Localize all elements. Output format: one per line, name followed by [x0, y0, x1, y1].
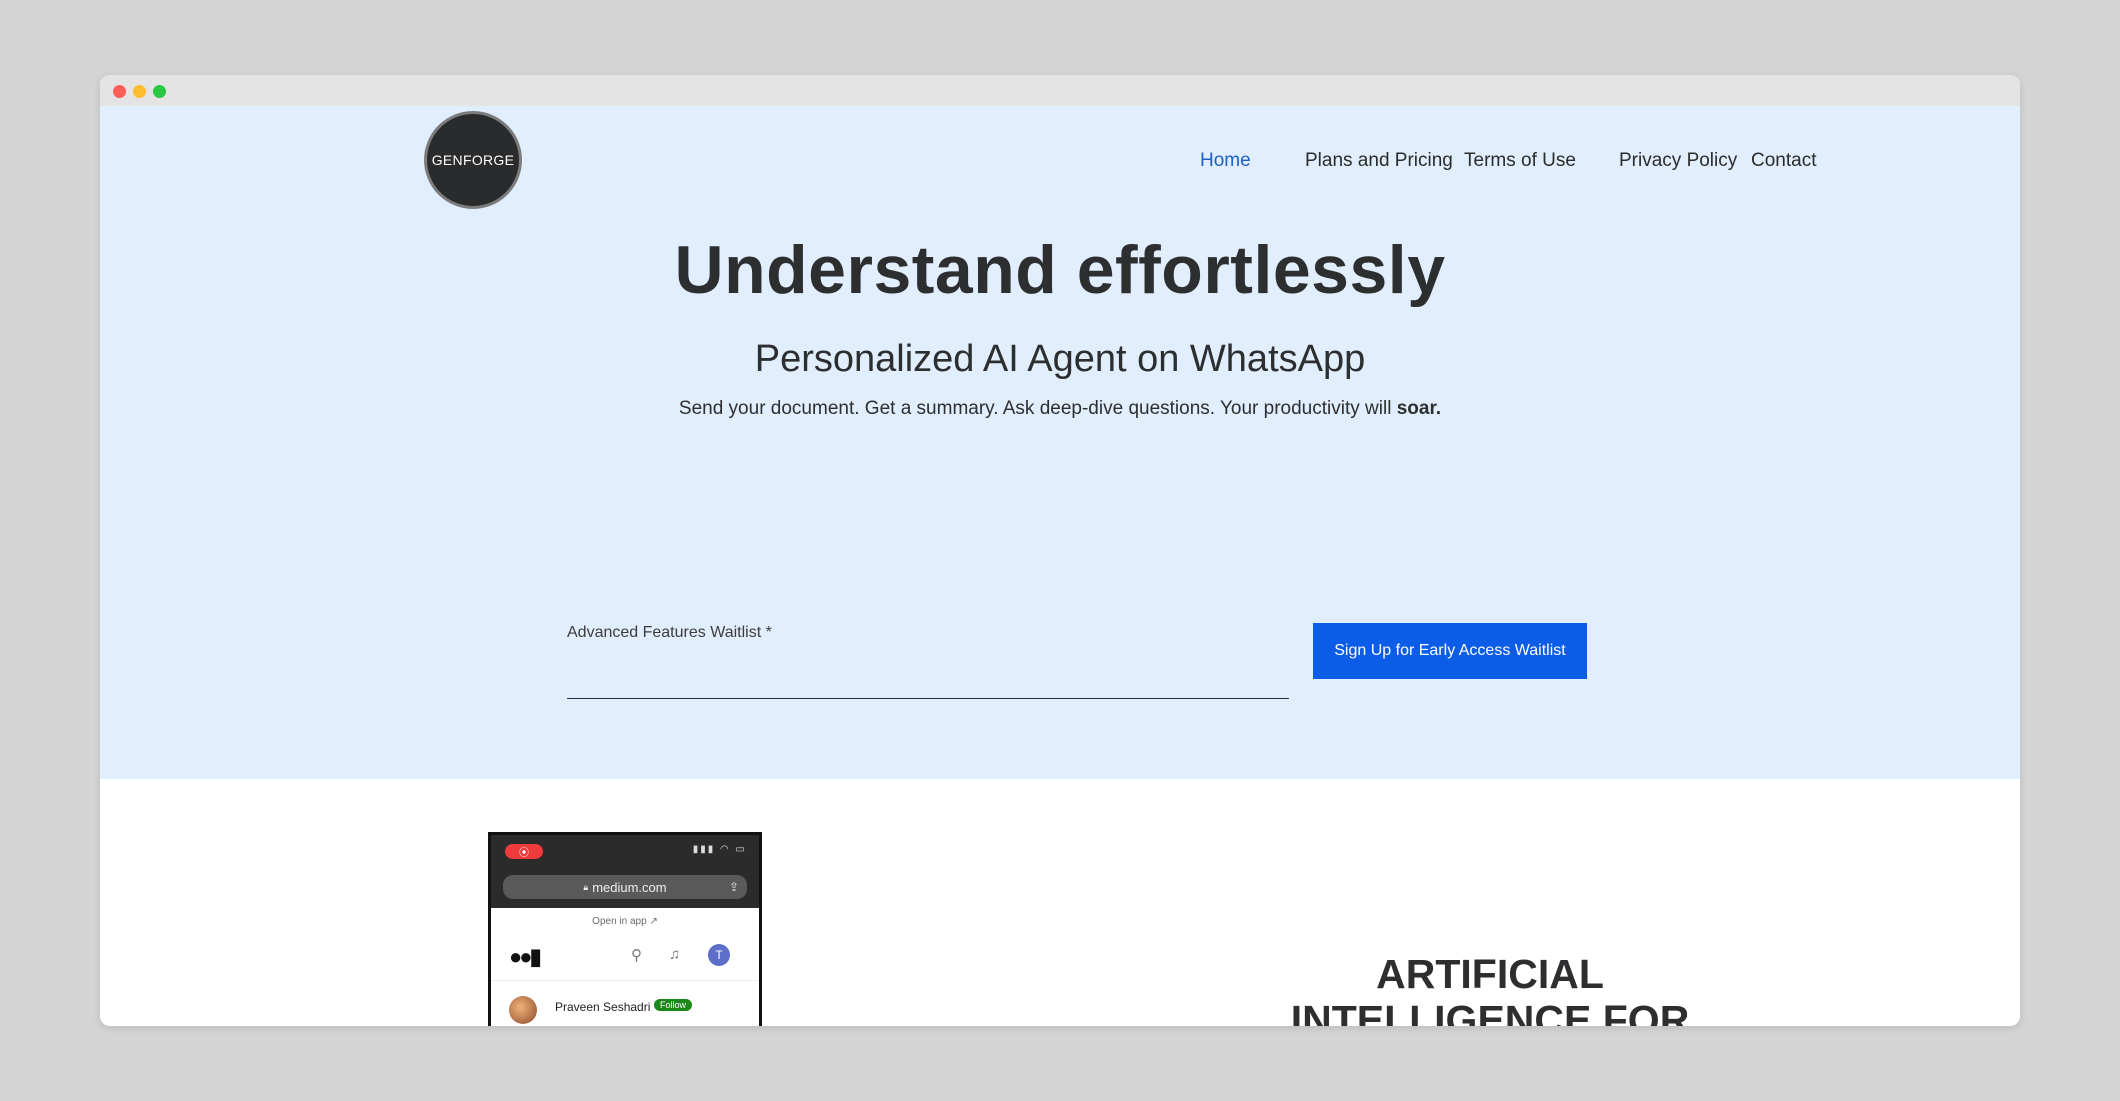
- open-in-app-link: Open in app ↗: [592, 916, 658, 927]
- medium-logo-icon: ●●▮: [509, 944, 542, 969]
- section-heading-line2: INTELLIGENCE FOR: [1290, 997, 1690, 1026]
- status-bar-icons: ▮▮▮ ◠ ▭: [692, 844, 747, 855]
- window-titlebar: [100, 75, 2020, 106]
- nav-plans-and-pricing[interactable]: Plans and Pricing: [1305, 150, 1453, 172]
- nav-terms-of-use[interactable]: Terms of Use: [1464, 150, 1576, 172]
- phone-screenshot: ⦿ ▮▮▮ ◠ ▭ 🔒︎ medium.com ⇪ Open in app ↗ …: [488, 832, 762, 1026]
- waitlist-email-input[interactable]: [567, 646, 1289, 699]
- minimize-window-button[interactable]: [133, 85, 146, 98]
- share-icon: ⇪: [728, 880, 739, 894]
- nav-home[interactable]: Home: [1200, 150, 1251, 172]
- close-window-button[interactable]: [113, 85, 126, 98]
- tagline-emphasis: soar.: [1396, 398, 1442, 419]
- section-heading-line1: ARTIFICIAL: [1376, 951, 1604, 997]
- nav-contact[interactable]: Contact: [1751, 150, 1816, 172]
- hero-tagline: Send your document. Get a summary. Ask d…: [100, 398, 2020, 420]
- phone-url-bar: 🔒︎ medium.com ⇪: [503, 875, 747, 899]
- bell-icon: ♫: [669, 946, 681, 963]
- author-name: Praveen Seshadri: [555, 1000, 651, 1014]
- hero-subheadline: Personalized AI Agent on WhatsApp: [754, 338, 1366, 380]
- section-heading: ARTIFICIAL INTELLIGENCE FOR: [1140, 951, 1840, 1026]
- logo-text: GENFORGE: [431, 152, 515, 168]
- recording-indicator-icon: ⦿: [505, 844, 543, 859]
- phone-url-text: medium.com: [592, 879, 667, 895]
- waitlist-label: Advanced Features Waitlist *: [567, 624, 772, 641]
- signup-waitlist-button[interactable]: Sign Up for Early Access Waitlist: [1313, 623, 1587, 679]
- user-avatar: T: [708, 944, 730, 966]
- follow-badge: Follow: [654, 999, 693, 1011]
- maximize-window-button[interactable]: [153, 85, 166, 98]
- phone-divider: [491, 980, 759, 981]
- author-avatar: [509, 996, 537, 1024]
- hero-section: GENFORGE Home Plans and Pricing Terms of…: [100, 106, 2020, 779]
- search-icon: ⚲: [631, 947, 642, 964]
- phone-page-content: Open in app ↗ ●●▮ ⚲ ♫ T Praveen Seshadri…: [491, 908, 759, 1026]
- tagline-text: Send your document. Get a summary. Ask d…: [678, 398, 1397, 419]
- browser-window: GENFORGE Home Plans and Pricing Terms of…: [100, 75, 2020, 1026]
- nav-privacy-policy[interactable]: Privacy Policy: [1619, 150, 1737, 172]
- phone-browser-chrome: ⦿ ▮▮▮ ◠ ▭ 🔒︎ medium.com ⇪: [491, 835, 759, 908]
- lock-icon: 🔒︎: [583, 881, 589, 892]
- hero-headline: Understand effortlessly: [674, 232, 1446, 308]
- genforge-logo[interactable]: GENFORGE: [424, 111, 522, 209]
